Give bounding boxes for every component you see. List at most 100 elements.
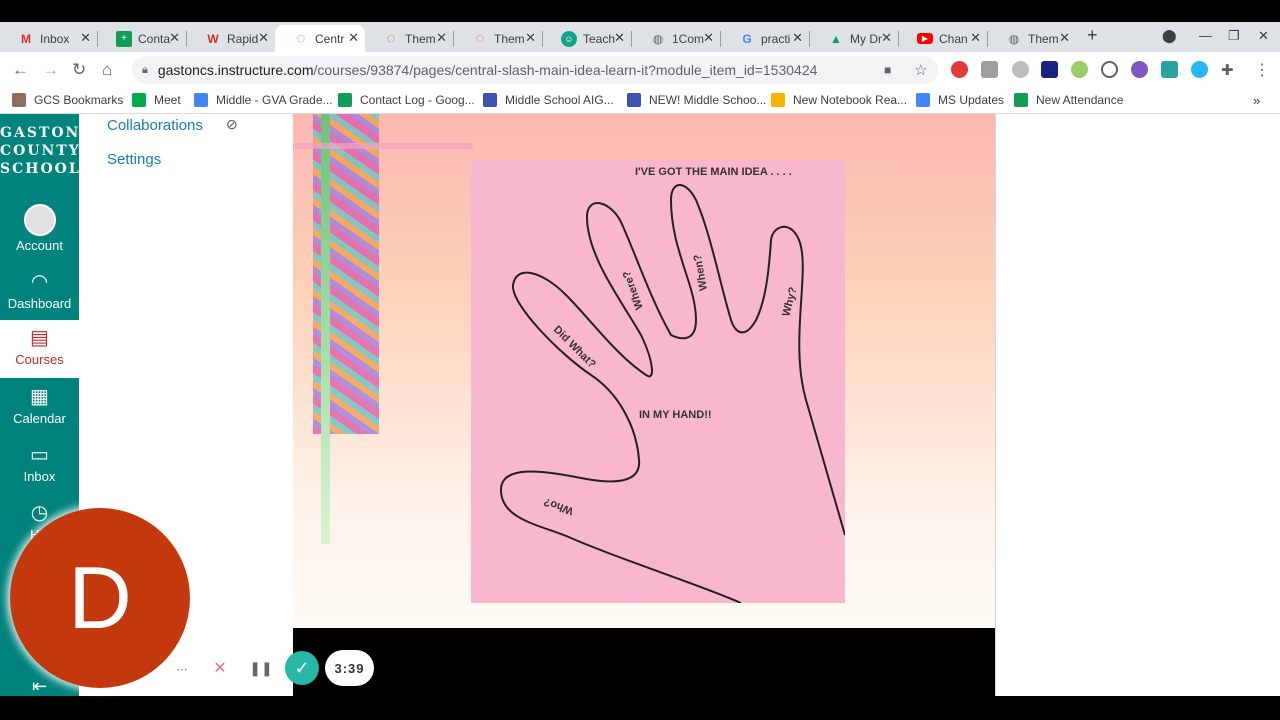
menu-dots-icon[interactable]: ⋮ [1254, 60, 1270, 80]
tab-practice[interactable]: G practi ✕ [721, 25, 809, 52]
bookmark-star-icon[interactable]: ☆ [914, 61, 927, 79]
maximize-icon[interactable]: ❐ [1228, 28, 1240, 44]
nav-dashboard[interactable]: ◠ Dashboard [0, 264, 79, 320]
close-icon[interactable]: ✕ [169, 30, 180, 46]
tab-rapid[interactable]: W Rapid ✕ [187, 25, 275, 52]
course-nav-collaborations[interactable]: Collaborations [107, 117, 203, 134]
forward-icon[interactable]: → [42, 60, 59, 80]
sites-icon [483, 93, 497, 107]
tab-teach[interactable]: ☺ Teach ✕ [543, 25, 631, 52]
finish-recording-button[interactable]: ✓ [285, 651, 319, 685]
tab-channel[interactable]: ▶ Chan ✕ [899, 25, 987, 52]
nav-account[interactable]: Account [0, 202, 79, 258]
camera-blocked-icon[interactable]: ■ [884, 63, 891, 77]
hidden-eye-icon: ⊘ [226, 116, 238, 132]
extension-teal-icon[interactable] [1161, 61, 1178, 78]
extension-green-icon[interactable] [1071, 61, 1088, 78]
close-icon[interactable]: ✕ [970, 30, 981, 46]
tab-my-drive[interactable]: ▲ My Dr ✕ [810, 25, 898, 52]
color-wheel-icon[interactable] [1131, 61, 1148, 78]
close-icon[interactable]: ✕ [258, 30, 269, 46]
reload-icon[interactable]: ↻ [72, 60, 86, 80]
close-icon[interactable]: ✕ [525, 30, 536, 46]
page-content-slide: Did What? Where? When? Why? IN MY HAND!!… [293, 114, 995, 628]
folder-icon [12, 93, 26, 107]
tab-theme-3[interactable]: ◍ Them ✕ [988, 25, 1076, 52]
tab-inbox[interactable]: M Inbox ✕ [0, 25, 97, 52]
sheets-icon [338, 93, 352, 107]
gmail-icon: M [21, 31, 31, 46]
drive-icon: ▲ [830, 31, 842, 46]
close-icon[interactable]: ✕ [792, 30, 803, 46]
slides-icon [771, 93, 785, 107]
adblock-icon[interactable] [951, 61, 968, 78]
school-logo[interactable]: GASTON COUNTY SCHOOLS [0, 124, 91, 188]
courses-icon: ▤ [30, 327, 49, 349]
tab-search-icon[interactable]: ⬤ [1162, 28, 1177, 44]
close-icon[interactable]: ✕ [1059, 30, 1070, 46]
canvas-icon: ◌ [475, 30, 485, 47]
right-sidebar [995, 114, 1280, 696]
tab-central-active[interactable]: ◌ Centr ✕ [275, 25, 365, 52]
extension-off-icon[interactable] [1012, 61, 1029, 78]
close-icon[interactable]: ✕ [614, 30, 625, 46]
youtube-icon: ▶ [917, 33, 933, 44]
pause-recording-button[interactable]: ❚❚ [244, 651, 278, 685]
bookmark-new-middle[interactable]: NEW! Middle Schoo... [627, 93, 766, 107]
new-tab-icon[interactable]: + [1087, 25, 1098, 46]
clock-icon[interactable] [1101, 61, 1118, 78]
puzzle-icon[interactable]: ✚ [1221, 61, 1234, 79]
dashboard-icon: ◠ [30, 271, 49, 293]
bookmark-notebook[interactable]: New Notebook Rea... [771, 93, 907, 107]
window-close-icon[interactable]: ✕ [1258, 28, 1269, 44]
nav-calendar[interactable]: ▦ Calendar [0, 379, 79, 435]
home-icon[interactable]: ⌂ [102, 60, 112, 80]
extension-blue-icon[interactable] [1191, 61, 1208, 78]
course-nav-settings[interactable]: Settings [107, 151, 161, 168]
close-icon[interactable]: ✕ [703, 30, 714, 46]
calendar-icon: ▦ [30, 386, 49, 408]
bookmark-gcs[interactable]: GCS Bookmarks [12, 93, 123, 107]
tab-contact[interactable]: + Conta ✕ [98, 25, 186, 52]
minimize-icon[interactable]: — [1199, 28, 1212, 43]
more-bookmarks-icon[interactable]: » [1253, 93, 1260, 108]
bookmark-aig[interactable]: Middle School AIG... [483, 93, 614, 107]
canvas-icon: ◌ [296, 30, 306, 47]
google-icon: G [742, 31, 752, 46]
globe-icon: ◍ [1008, 31, 1020, 46]
decorative-pink-line [293, 143, 473, 149]
screen: M Inbox ✕ + Conta ✕ W Rapid ✕ ◌ Centr ✕ … [0, 0, 1280, 720]
webcam-avatar: D [10, 508, 190, 688]
extension-dark-icon[interactable] [1041, 61, 1058, 78]
tab-1com[interactable]: ◍ 1Com ✕ [632, 25, 720, 52]
close-icon[interactable]: ✕ [881, 30, 892, 46]
video-letterbox [293, 628, 995, 696]
close-icon[interactable]: ✕ [348, 30, 359, 46]
canvas-page: GASTON COUNTY SCHOOLS Account ◠ Dashboar… [0, 114, 1280, 696]
rapid-icon: W [207, 31, 219, 46]
bookmark-contact-log[interactable]: Contact Log - Goog... [338, 93, 475, 107]
screenshot-icon[interactable] [981, 61, 998, 78]
finger-label-when: When? [692, 253, 710, 291]
more-options-icon[interactable]: ⋯ [171, 658, 193, 680]
finger-label-why: Why? [780, 285, 799, 317]
nav-courses[interactable]: ▤ Courses [0, 320, 79, 378]
bookmark-ms-updates[interactable]: MS Updates [916, 93, 1004, 107]
palm-label: IN MY HAND!! [639, 409, 712, 421]
lock-icon: 🔒︎ [142, 63, 148, 76]
decorative-green-bar [321, 114, 330, 544]
discard-recording-button[interactable]: ✕ [203, 651, 237, 685]
tab-theme-1[interactable]: ◌ Them ✕ [365, 25, 453, 52]
address-bar[interactable]: 🔒︎ gastoncs.instructure.com/courses/9387… [132, 56, 938, 84]
back-icon[interactable]: ← [12, 60, 29, 80]
browser-toolbar: ← → ↻ ⌂ 🔒︎ gastoncs.instructure.com/cour… [0, 52, 1280, 88]
bookmark-meet[interactable]: Meet [132, 93, 181, 107]
tab-theme-2[interactable]: ◌ Them ✕ [454, 25, 542, 52]
nav-inbox[interactable]: ▭ Inbox [0, 437, 79, 493]
account-icon [23, 204, 56, 236]
close-icon[interactable]: ✕ [436, 30, 447, 46]
close-icon[interactable]: ✕ [80, 30, 91, 46]
bookmark-new-attendance[interactable]: New Attendance [1014, 93, 1123, 107]
globe-icon: ◍ [652, 31, 664, 46]
bookmark-gva-grade[interactable]: Middle - GVA Grade... [194, 93, 333, 107]
